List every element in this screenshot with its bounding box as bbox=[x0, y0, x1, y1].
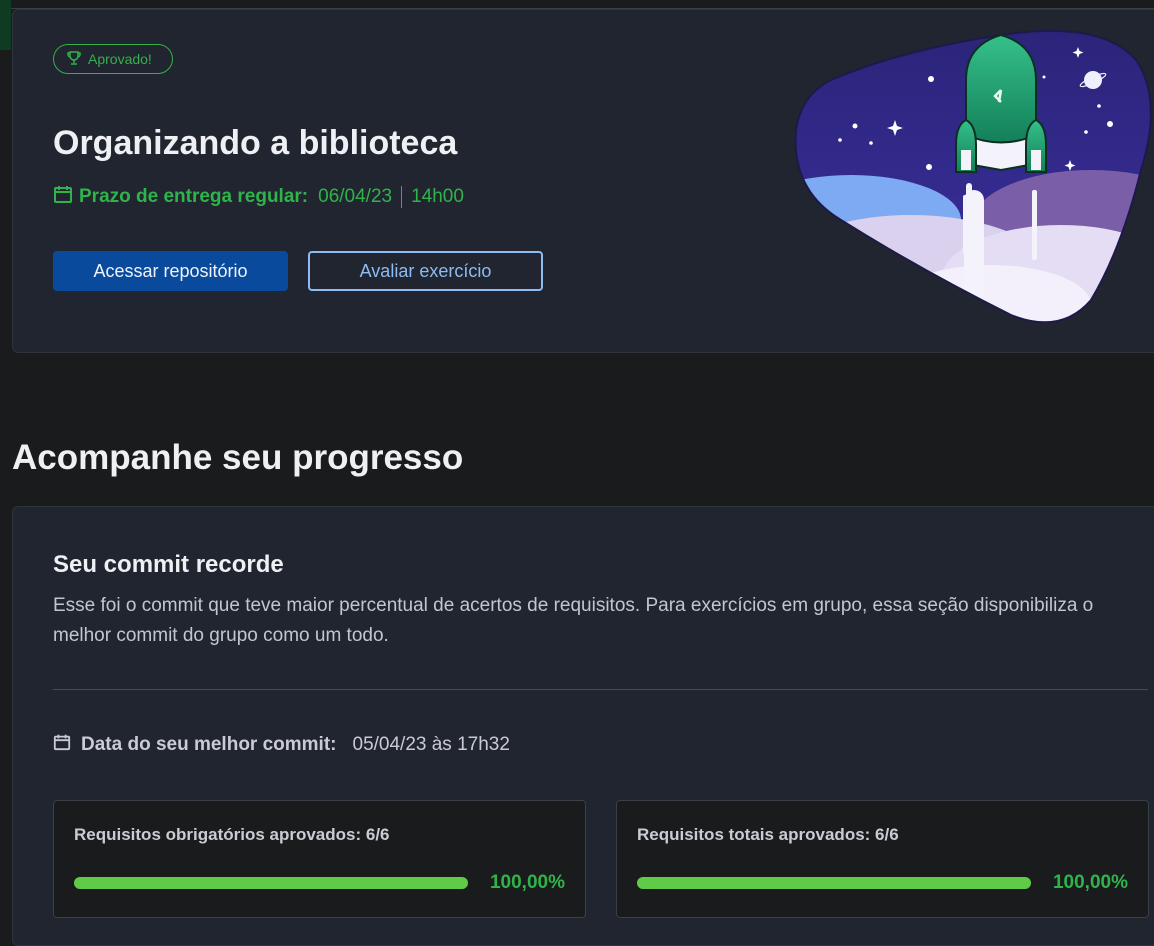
progress-section-title: Acompanhe seu progresso bbox=[12, 438, 464, 477]
deadline-label: Prazo de entrega regular: bbox=[79, 186, 309, 207]
calendar-icon bbox=[53, 184, 73, 210]
top-border bbox=[0, 0, 1154, 9]
sidebar-edge bbox=[0, 0, 11, 50]
calendar-icon bbox=[53, 733, 71, 757]
access-repository-button[interactable]: Acessar repositório bbox=[53, 251, 288, 291]
best-commit-date-row: Data do seu melhor commit: 05/04/23 às 1… bbox=[53, 733, 510, 757]
mandatory-requirements-progress-bar bbox=[74, 877, 468, 889]
mandatory-requirements-card: Requisitos obrigatórios aprovados: 6/6 1… bbox=[53, 800, 586, 918]
approved-badge-label: Aprovado! bbox=[88, 51, 152, 67]
best-commit-title: Seu commit recorde bbox=[53, 551, 284, 578]
deadline-row: Prazo de entrega regular: 06/04/23 14h00 bbox=[53, 184, 464, 210]
approved-badge: Aprovado! bbox=[53, 44, 173, 74]
evaluate-exercise-button[interactable]: Avaliar exercício bbox=[308, 251, 543, 291]
mandatory-requirements-label: Requisitos obrigatórios aprovados: 6/6 bbox=[74, 825, 390, 844]
total-requirements-label: Requisitos totais aprovados: 6/6 bbox=[637, 825, 899, 844]
best-commit-description: Esse foi o commit que teve maior percent… bbox=[53, 595, 1094, 646]
deadline-date: 06/04/23 bbox=[318, 186, 393, 207]
trophy-icon bbox=[66, 50, 82, 69]
total-requirements-progress-fill bbox=[637, 877, 1031, 889]
project-title: Organizando a biblioteca bbox=[53, 124, 458, 162]
total-requirements-card: Requisitos totais aprovados: 6/6 100,00% bbox=[616, 800, 1149, 918]
divider bbox=[53, 689, 1148, 690]
deadline-time: 14h00 bbox=[411, 186, 464, 207]
total-requirements-percent: 100,00% bbox=[1052, 872, 1128, 893]
total-requirements-progress-bar bbox=[637, 877, 1031, 889]
deadline-separator bbox=[401, 186, 403, 208]
project-hero-card: Aprovado! Organizando a biblioteca Prazo… bbox=[12, 9, 1154, 353]
best-commit-date-value: 05/04/23 às 17h32 bbox=[352, 734, 510, 755]
best-commit-card: Seu commit recorde Esse foi o commit que… bbox=[12, 506, 1154, 946]
rocket-illustration bbox=[791, 20, 1154, 330]
mandatory-requirements-percent: 100,00% bbox=[489, 872, 565, 893]
mandatory-requirements-progress-fill bbox=[74, 877, 468, 889]
best-commit-date-label: Data do seu melhor commit: bbox=[81, 734, 337, 755]
